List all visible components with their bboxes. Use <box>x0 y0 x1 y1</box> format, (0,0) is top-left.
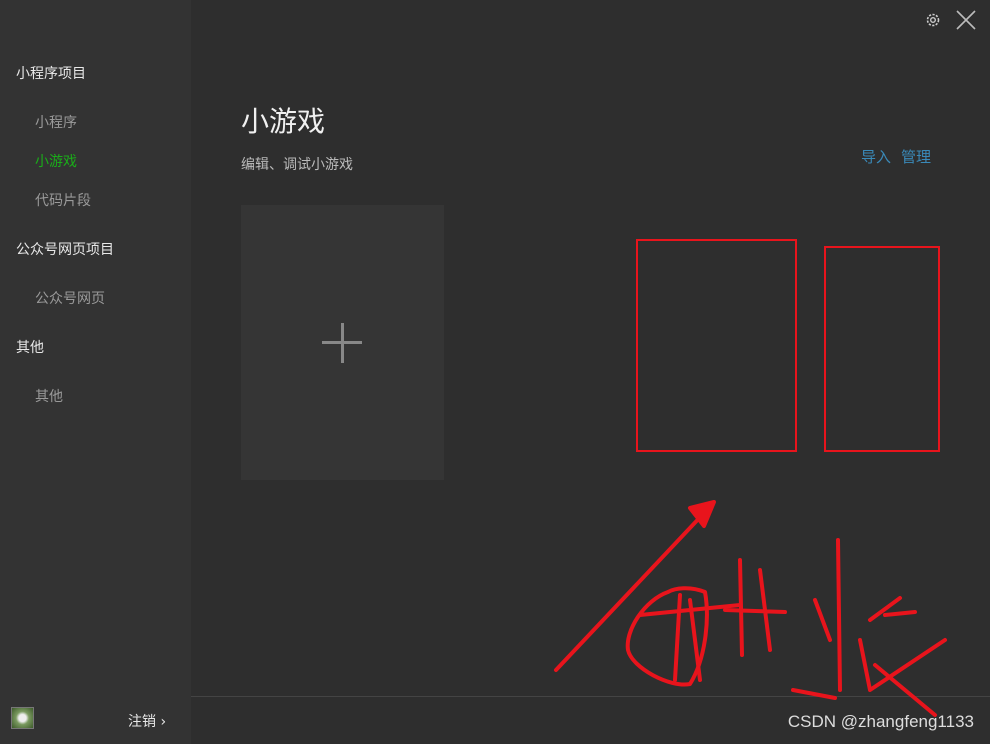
sidebar-item-code-snippet[interactable]: 代码片段 <box>35 190 91 210</box>
watermark: CSDN @zhangfeng1133 <box>787 712 974 731</box>
sidebar-item-minigame[interactable]: 小游戏 <box>35 151 77 171</box>
sidebar-footer: 注销 › <box>0 696 191 744</box>
section-miniprogram: 小程序项目 <box>16 66 86 82</box>
sidebar-item-other[interactable]: 其他 <box>35 386 63 406</box>
sidebar: 小程序项目 小程序 小游戏 代码片段 公众号网页项目 公众号网页 其他 其他 注… <box>0 0 191 744</box>
gear-icon[interactable] <box>924 11 942 29</box>
avatar[interactable] <box>11 707 34 729</box>
sidebar-item-official-web[interactable]: 公众号网页 <box>35 288 105 308</box>
close-icon[interactable] <box>956 10 976 30</box>
section-official-web: 公众号网页项目 <box>16 242 114 258</box>
manage-link[interactable]: 管理 <box>901 148 931 166</box>
create-project-button[interactable] <box>241 205 444 480</box>
logout-button[interactable]: 注销 › <box>128 711 166 731</box>
import-link[interactable]: 导入 <box>861 148 891 166</box>
main-panel: 小游戏 编辑、调试小游戏 导入 管理 <box>191 0 990 744</box>
plus-icon-vertical <box>341 323 344 363</box>
sidebar-item-miniprogram[interactable]: 小程序 <box>35 112 77 132</box>
section-other: 其他 <box>16 340 44 356</box>
page-subtitle: 编辑、调试小游戏 <box>241 157 353 173</box>
page-title: 小游戏 <box>241 105 326 138</box>
divider <box>191 696 990 697</box>
